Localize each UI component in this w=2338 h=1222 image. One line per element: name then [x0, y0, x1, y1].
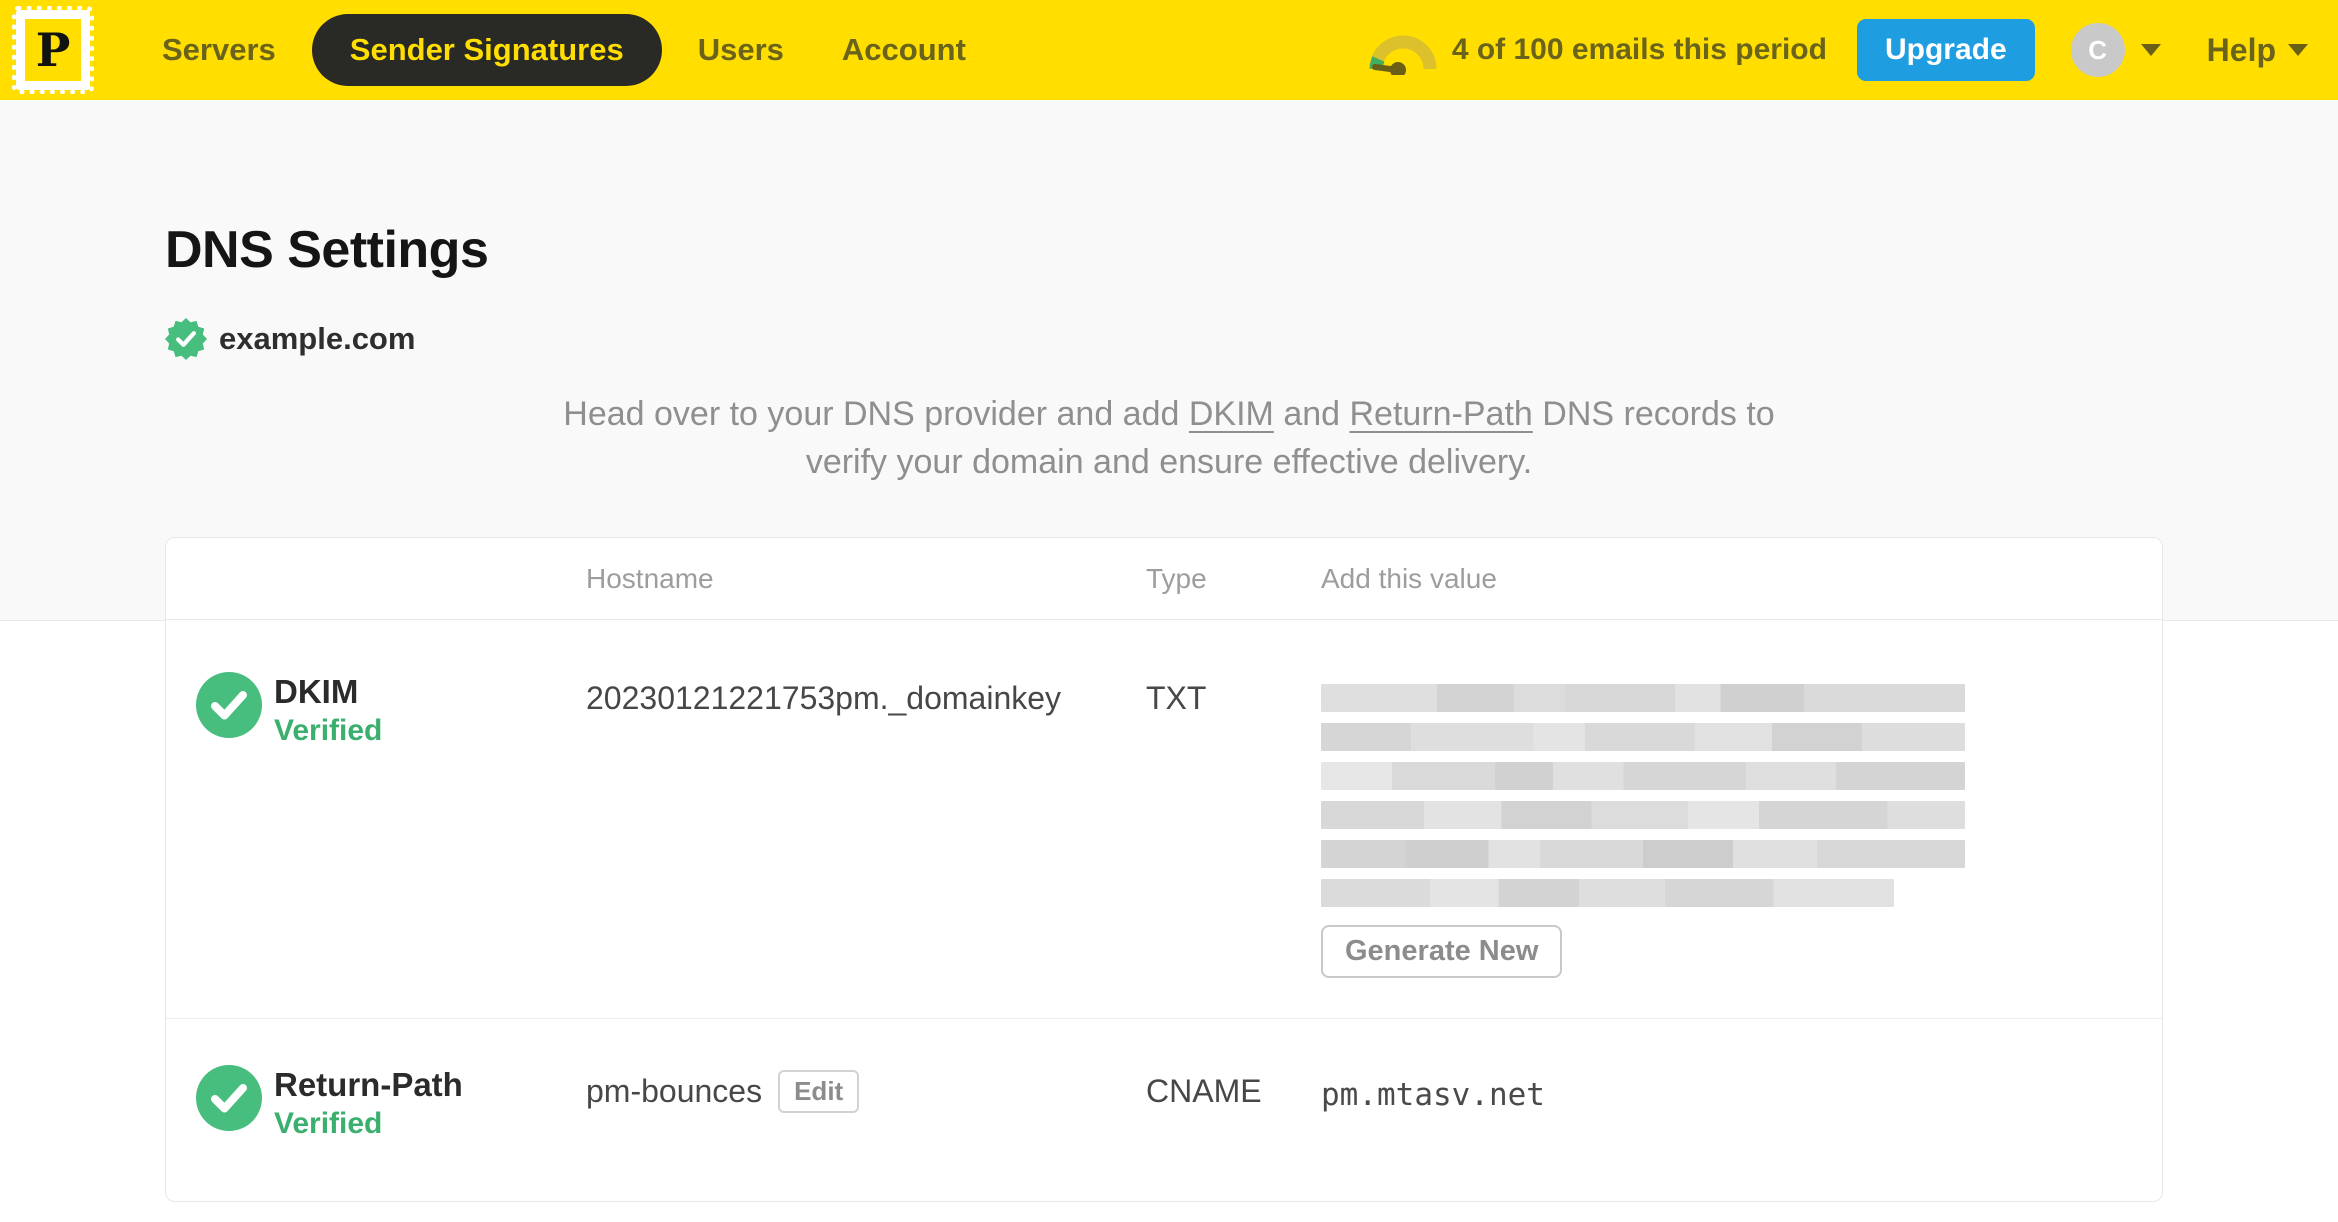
dkim-value-cell: Generate New	[1321, 672, 2162, 978]
dkim-label-cell: DKIM Verified	[166, 672, 586, 978]
usage-gauge-icon	[1369, 35, 1437, 75]
header-type: Type	[1146, 562, 1207, 594]
return-path-label-cell: Return-Path Verified	[166, 1065, 586, 1143]
intro-text: Head over to your DNS provider and add D…	[519, 390, 1819, 486]
return-path-link[interactable]: Return-Path	[1350, 395, 1533, 433]
primary-nav: Servers Sender Signatures Users Account	[140, 14, 988, 86]
dkim-record-row: DKIM Verified 20230121221753pm._domainke…	[166, 620, 2162, 1019]
usage-counter: 4 of 100 emails this period	[1451, 33, 1827, 66]
help-menu[interactable]: Help	[2207, 32, 2308, 69]
dkim-type: TXT	[1146, 680, 1207, 716]
return-path-value: pm.mtasv.net	[1321, 1077, 1545, 1113]
dkim-label-text: DKIM Verified	[274, 672, 382, 750]
dns-records-card: Hostname Type Add this value DKIM Verifi…	[165, 537, 2163, 1202]
dns-settings-page: DNS Settings example.com Head over to yo…	[0, 100, 2338, 1222]
verified-check-icon	[196, 672, 262, 738]
help-label: Help	[2206, 31, 2276, 68]
domain-name: example.com	[219, 321, 416, 356]
return-path-record-row: Return-Path Verified pm-bounces Edit CNA…	[166, 1019, 2162, 1201]
chevron-down-icon	[2288, 44, 2308, 56]
status-badge: Verified	[274, 714, 383, 747]
redacted-value-line	[1321, 879, 1895, 907]
header-hostname: Hostname	[586, 562, 714, 594]
intro-part: and	[1273, 395, 1350, 433]
chevron-down-icon	[2140, 44, 2161, 56]
return-path-value-cell: pm.mtasv.net	[1321, 1065, 2162, 1143]
redacted-value-line	[1321, 684, 1965, 712]
intro-part: verify your domain and ensure effective …	[805, 443, 1533, 481]
redacted-dkim-value	[1321, 684, 1965, 907]
return-path-hostname: pm-bounces	[586, 1073, 763, 1109]
postmark-stamp-icon: P	[25, 19, 81, 81]
redacted-value-line	[1321, 801, 1965, 829]
nav-item-account[interactable]: Account	[820, 14, 988, 86]
verified-seal-icon	[165, 318, 207, 360]
return-path-hostname-cell: pm-bounces Edit	[586, 1065, 1146, 1143]
generate-new-button[interactable]: Generate New	[1321, 925, 1563, 978]
redacted-value-line	[1321, 762, 1965, 790]
page-title: DNS Settings	[165, 221, 489, 279]
edit-button[interactable]: Edit	[778, 1070, 860, 1113]
nav-right-group: 4 of 100 emails this period Upgrade C He…	[1368, 19, 2308, 81]
redacted-value-line	[1321, 723, 1965, 751]
verified-check-icon	[196, 1065, 262, 1131]
record-name: DKIM	[274, 673, 359, 710]
record-name: Return-Path	[274, 1066, 463, 1103]
upgrade-button[interactable]: Upgrade	[1856, 19, 2035, 81]
postmark-logo[interactable]: P	[12, 6, 94, 94]
dkim-hostname: 20230121221753pm._domainkey	[586, 680, 1062, 716]
intro-part: DNS records to	[1532, 395, 1775, 433]
nav-item-sender-signatures[interactable]: Sender Signatures	[311, 14, 662, 86]
nav-item-users[interactable]: Users	[676, 14, 806, 86]
table-header-row: Hostname Type Add this value	[166, 538, 2162, 620]
avatar: C	[2070, 23, 2125, 77]
logo-letter: P	[35, 23, 71, 77]
account-menu[interactable]: C	[2070, 23, 2161, 77]
return-path-type: CNAME	[1146, 1073, 1262, 1109]
return-path-label-text: Return-Path Verified	[274, 1065, 463, 1143]
domain-row: example.com	[165, 318, 2338, 360]
dkim-link[interactable]: DKIM	[1189, 395, 1274, 433]
top-nav: P Servers Sender Signatures Users Accoun…	[0, 0, 2338, 100]
status-badge: Verified	[274, 1107, 383, 1140]
redacted-value-line	[1321, 840, 1965, 868]
nav-item-servers[interactable]: Servers	[140, 14, 298, 86]
intro-part: Head over to your DNS provider and add	[563, 395, 1189, 433]
header-add-this-value: Add this value	[1321, 562, 1497, 594]
